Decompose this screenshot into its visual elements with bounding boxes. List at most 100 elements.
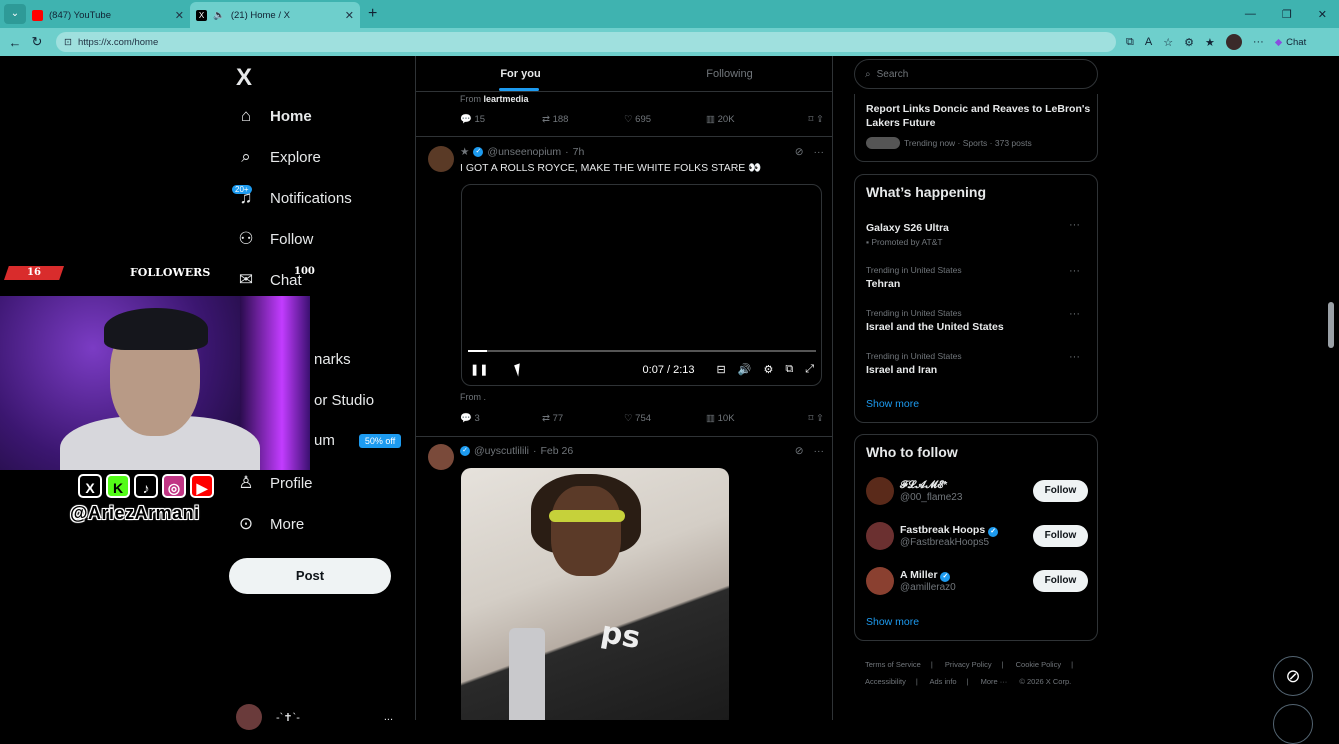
fullscreen-icon[interactable]: ⤢ <box>805 363 814 376</box>
show-more-follow-link[interactable]: Show more <box>866 616 919 628</box>
copilot-button[interactable]: ◆ Chat <box>1275 37 1306 48</box>
grok-icon[interactable]: ⊘ <box>795 445 804 457</box>
captions-icon[interactable]: ⊟ <box>717 363 726 376</box>
new-tab-icon[interactable]: + <box>368 5 377 23</box>
views-button[interactable]: ▥ 20K <box>706 114 788 125</box>
account-switcher[interactable]: -`✝`- ... <box>236 704 393 730</box>
tweet-photo[interactable]: ps <box>461 468 729 720</box>
tab-for-you[interactable]: For you <box>416 56 625 91</box>
trend-more-icon[interactable]: ··· <box>1069 351 1080 363</box>
tweet-time[interactable]: Feb 26 <box>541 445 574 457</box>
tab-x-home[interactable]: X 🔈 (21) Home / X ✕ <box>190 2 360 28</box>
scrollbar-thumb[interactable] <box>1328 302 1334 348</box>
bookmark-icon[interactable]: ⌑ <box>809 413 814 424</box>
trend-more-icon[interactable]: ··· <box>1069 219 1080 231</box>
back-icon[interactable]: ← <box>4 35 26 50</box>
browser-menu-icon[interactable]: ··· <box>1253 36 1264 48</box>
footer-ads-info[interactable]: Ads info <box>929 677 956 686</box>
account-more-icon[interactable]: ... <box>384 711 393 723</box>
followers-label: FOLLOWERS <box>130 266 211 279</box>
tweet-handle[interactable]: @unseenopium <box>487 146 561 158</box>
trend-item[interactable]: Trending in United States Israel and the… <box>866 308 1088 333</box>
pause-icon[interactable]: ❚❚ <box>470 363 488 376</box>
url-field[interactable]: ⊡ https://x.com/home <box>56 32 1116 52</box>
like-button[interactable]: ♡ 695 <box>624 114 706 125</box>
extensions-icon[interactable]: ⚙ <box>1184 36 1194 49</box>
follow-suggestion[interactable]: A Miller ✓ @amilleraz0 Follow <box>866 563 1088 599</box>
nav-more[interactable]: ⊙ More <box>236 514 304 534</box>
tweet-time[interactable]: 7h <box>573 146 585 158</box>
trend-card[interactable]: Report Links Doncic and Reaves to LeBron… <box>854 94 1098 162</box>
trend-item[interactable]: Galaxy S26 Ultra ▪ Promoted by AT&T ··· <box>866 219 1088 247</box>
favorites-icon[interactable]: ★ <box>1205 36 1215 49</box>
tab-youtube[interactable]: (847) YouTube ✕ <box>26 2 190 28</box>
split-screen-icon[interactable]: ⧉ <box>1126 36 1134 49</box>
avatar <box>236 704 262 730</box>
tweet-handle[interactable]: @uyscutlilili <box>474 445 529 457</box>
grok-icon[interactable]: ⊘ <box>795 146 804 158</box>
tab-actions-button[interactable]: ⌄ <box>4 4 26 24</box>
volume-icon[interactable]: 🔊 <box>738 363 752 376</box>
nav-notifications[interactable]: ♫ Notifications <box>236 188 352 208</box>
trend-item[interactable]: Trending in United States Israel and Ira… <box>866 351 1088 376</box>
trend-more-icon[interactable]: ··· <box>1069 265 1080 277</box>
follow-button[interactable]: Follow <box>1033 570 1088 592</box>
from-source[interactable]: leartmedia <box>484 94 529 104</box>
search-input[interactable]: ⌕ Search <box>854 59 1098 89</box>
timeline-tabs: For you Following <box>416 56 832 92</box>
nav-profile[interactable]: ♙ Profile <box>236 473 312 493</box>
trend-more-icon[interactable]: ··· <box>1069 308 1080 320</box>
page-scrollbar[interactable] <box>1327 58 1335 720</box>
close-tab-icon[interactable]: ✕ <box>175 9 184 22</box>
reply-button[interactable]: 💬 15 <box>460 114 542 125</box>
footer-cookie[interactable]: Cookie Policy <box>1016 660 1061 669</box>
avatar[interactable] <box>428 444 454 470</box>
post-button[interactable]: Post <box>229 558 391 594</box>
tweet-more-icon[interactable]: ··· <box>814 445 825 457</box>
restore-icon[interactable]: ❐ <box>1282 8 1292 21</box>
tweet-more-icon[interactable]: ··· <box>814 146 825 158</box>
settings-icon[interactable]: ⚙ <box>763 363 773 376</box>
close-tab-icon[interactable]: ✕ <box>345 9 354 22</box>
footer-terms[interactable]: Terms of Service <box>865 660 921 669</box>
browser-profile-avatar[interactable] <box>1225 34 1242 50</box>
read-aloud-icon[interactable]: A <box>1145 36 1152 48</box>
share-icon[interactable]: ⇪ <box>816 114 824 125</box>
x-logo-icon[interactable]: X <box>236 64 252 92</box>
trend-item[interactable]: Trending in United States Tehran ··· <box>866 265 1088 290</box>
site-info-icon[interactable]: ⊡ <box>64 37 72 48</box>
nav-explore[interactable]: ⌕ Explore <box>236 147 321 167</box>
messages-floating-button[interactable] <box>1273 704 1313 744</box>
grok-floating-button[interactable]: ⊘ <box>1273 656 1313 696</box>
share-icon[interactable]: ⇪ <box>816 413 824 424</box>
x-social-icon: X <box>78 474 102 498</box>
like-button[interactable]: ♡ 754 <box>624 413 706 424</box>
minimize-icon[interactable]: — <box>1245 8 1256 21</box>
repost-button[interactable]: ⇄ 77 <box>542 413 624 424</box>
views-button[interactable]: ▥ 10K <box>706 413 788 424</box>
speaker-icon[interactable]: 🔈 <box>213 10 225 21</box>
nav-premium-label: um <box>314 432 335 449</box>
footer-privacy[interactable]: Privacy Policy <box>945 660 992 669</box>
favorite-star-icon[interactable]: ☆ <box>1163 36 1173 49</box>
picture-in-picture-icon[interactable]: ⧉ <box>785 363 793 376</box>
footer-more[interactable]: More ··· <box>981 677 1008 686</box>
refresh-icon[interactable]: ↻ <box>26 34 48 50</box>
bookmark-icon[interactable]: ⌑ <box>809 114 814 125</box>
close-window-icon[interactable]: ✕ <box>1318 8 1327 21</box>
tab-following[interactable]: Following <box>625 56 832 91</box>
repost-button[interactable]: ⇄ 188 <box>542 114 624 125</box>
video-progress-bar[interactable] <box>468 350 816 352</box>
nav-follow[interactable]: ⚇ Follow <box>236 229 313 249</box>
nav-home[interactable]: ⌂ Home <box>236 106 312 126</box>
follow-suggestion[interactable]: Fastbreak Hoops ✓ @FastbreakHoops5 Follo… <box>866 518 1088 554</box>
follow-suggestion[interactable]: 𝓕𝓛𝓐𝓜𝓔* @00_flame23 Follow <box>866 473 1088 509</box>
show-more-trends-link[interactable]: Show more <box>866 398 919 410</box>
address-bar-row: ← ↻ ⊡ https://x.com/home ⧉ A ☆ ⚙ ★ ··· ◆… <box>0 28 1339 56</box>
video-player[interactable]: ❚❚ 0:07 / 2:13 ⊟ 🔊 ⚙ ⧉ ⤢ <box>461 184 822 386</box>
footer-accessibility[interactable]: Accessibility <box>865 677 906 686</box>
follow-button[interactable]: Follow <box>1033 525 1088 547</box>
reply-button[interactable]: 💬 3 <box>460 413 542 424</box>
follow-button[interactable]: Follow <box>1033 480 1088 502</box>
avatar[interactable] <box>428 146 454 172</box>
